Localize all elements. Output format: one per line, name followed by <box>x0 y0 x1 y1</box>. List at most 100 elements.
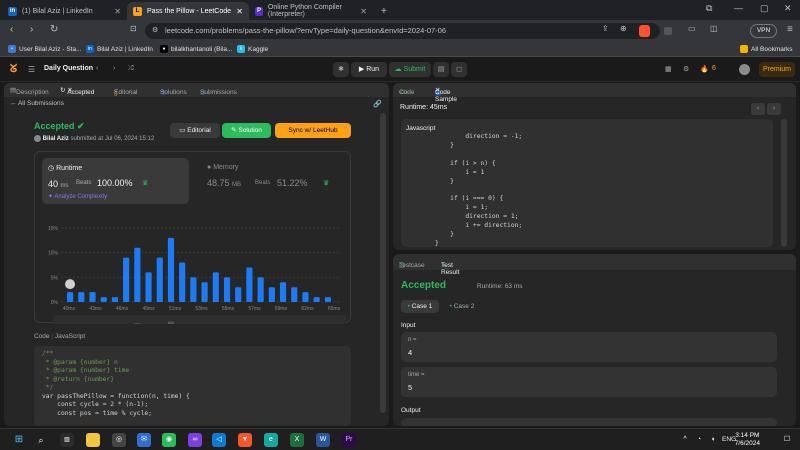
close-icon[interactable]: ✕ <box>236 7 243 16</box>
chart-bar[interactable] <box>134 247 141 302</box>
tab-linkedin[interactable]: in (1) Bilal Aziz | LinkedIn ✕ <box>2 2 127 20</box>
bookmark-icon[interactable]: ⊡ <box>130 24 137 33</box>
menu-icon[interactable]: ≡ <box>787 24 793 35</box>
whiteboard-button[interactable]: ◻ <box>451 62 467 77</box>
next-sample-icon[interactable]: › <box>767 103 781 115</box>
link-icon[interactable]: 🔗 <box>373 100 382 108</box>
layout-icon[interactable]: ▦ <box>665 65 672 73</box>
close-icon[interactable]: ✕ <box>114 7 121 16</box>
right-scrollbar[interactable] <box>781 119 787 247</box>
close-window-icon[interactable]: ✕ <box>784 3 792 14</box>
left-scrollbar[interactable] <box>380 113 386 413</box>
chart-bar[interactable] <box>100 297 107 302</box>
brave-icon[interactable]: ▼ <box>238 433 252 447</box>
forward-icon[interactable]: › <box>30 24 33 35</box>
search-icon[interactable]: ⌕ <box>34 433 48 447</box>
tab-description[interactable]: ▤ Description <box>10 86 49 96</box>
tab-leetcode[interactable]: L Pass the Pillow - LeetCode ✕ <box>127 2 249 20</box>
zoom-icon[interactable]: ⊕ <box>620 24 627 33</box>
excel-icon[interactable]: X <box>290 433 304 447</box>
chart-bar[interactable] <box>156 257 163 302</box>
all-submissions-link[interactable]: ← All Submissions <box>10 100 64 107</box>
list-icon[interactable]: ☰ <box>28 65 35 74</box>
widgets-icon[interactable]: ▧ <box>60 433 74 447</box>
leetcode-logo-icon[interactable]: ᘜ <box>10 63 17 76</box>
windows-start-icon[interactable]: ⊞ <box>12 433 26 447</box>
back-icon[interactable]: ‹ <box>10 24 13 35</box>
extensions-icon[interactable]: ◫ <box>710 24 718 33</box>
tab-accepted[interactable]: ↻ Accepted ✕ <box>60 86 94 96</box>
author-name[interactable]: Bilal Aziz <box>43 136 69 142</box>
settings-icon[interactable]: ⚙ <box>683 65 689 73</box>
close-icon[interactable]: ✕ <box>360 7 367 16</box>
tray-chevron-icon[interactable]: ^ <box>678 433 692 447</box>
maximize-icon[interactable]: ▢ <box>760 3 769 14</box>
tab-search-icon[interactable]: ⧉ <box>706 3 712 14</box>
premiere-icon[interactable]: Pr <box>342 433 356 447</box>
chart-bar[interactable] <box>268 287 275 302</box>
spotify-icon[interactable]: ◉ <box>162 433 176 447</box>
wifi-icon[interactable]: ◔ <box>692 433 706 447</box>
shuffle-icon[interactable]: ⤮ <box>128 65 134 73</box>
word-icon[interactable]: W <box>316 433 330 447</box>
case-2-tab[interactable]: • Case 2 <box>445 300 479 313</box>
chart-bar[interactable] <box>235 287 242 302</box>
vscode-icon[interactable]: ◁ <box>212 433 226 447</box>
chart-bar[interactable] <box>67 292 74 302</box>
debug-button[interactable]: ✱ <box>333 62 349 77</box>
bookmark-item[interactable]: ● bilalkhantanoli (Bila... <box>160 45 232 53</box>
chart-bar[interactable] <box>89 292 96 302</box>
bookmark-item[interactable]: k Kaggle <box>237 45 268 53</box>
chart-bar[interactable] <box>145 272 152 302</box>
chart-bar[interactable] <box>167 237 175 302</box>
chart-bar[interactable] <box>179 262 186 302</box>
tab-code-sample[interactable]: ▣ Code Sample ✕ <box>435 86 457 103</box>
chart-bar[interactable] <box>324 297 331 302</box>
mail-icon[interactable]: ✉ <box>137 433 151 447</box>
premium-button[interactable]: Premium <box>759 62 795 77</box>
daily-question-title[interactable]: Daily Question <box>44 65 93 72</box>
run-button[interactable]: ▶ Run <box>351 62 387 77</box>
overview-bar[interactable] <box>134 323 141 324</box>
url-field[interactable]: ⚙ leetcode.com/problems/pass-the-pillow/… <box>145 23 660 39</box>
site-info-icon[interactable]: ⚙ <box>152 23 158 39</box>
streak-count[interactable]: 6 <box>712 65 716 72</box>
edge-icon[interactable]: e <box>264 433 278 447</box>
chart-bar[interactable] <box>123 257 130 302</box>
chart-bar[interactable] <box>212 272 219 302</box>
bookmark-item[interactable]: in Bilal Aziz | LinkedIn <box>86 45 153 53</box>
case-1-tab[interactable]: • Case 1 <box>401 300 439 313</box>
editorial-button[interactable]: ▭ Editorial <box>170 123 220 138</box>
next-icon[interactable]: › <box>113 65 115 72</box>
prev-icon[interactable]: ‹ <box>96 65 98 72</box>
reload-icon[interactable]: ↻ <box>50 24 58 35</box>
chart-bar[interactable] <box>279 282 287 302</box>
sidebar-icon[interactable]: ▭ <box>688 24 696 33</box>
clock[interactable]: 3:14 PM 7/6/2024 <box>735 432 760 448</box>
notification-icon[interactable]: ☐ <box>780 433 794 447</box>
rewards-icon[interactable] <box>664 27 672 35</box>
file-explorer-icon[interactable] <box>86 433 100 447</box>
avatar[interactable] <box>739 64 750 75</box>
bookmark-item[interactable]: • User Bilal Aziz - Sta... <box>8 45 82 53</box>
all-bookmarks[interactable]: All Bookmarks <box>740 45 793 53</box>
chart-bar[interactable] <box>257 277 264 302</box>
volume-icon[interactable]: ◖ <box>706 433 720 447</box>
runtime-distribution-chart[interactable]: 15% 10% 5% 0% 40ms 43ms 46ms 49ms 51ms 53ms 55ms 57… <box>35 152 352 324</box>
solution-button[interactable]: ✎ Solution <box>222 123 271 138</box>
app-icon[interactable]: ◎ <box>112 433 126 447</box>
submit-button[interactable]: ☁ Submit <box>389 62 431 77</box>
chart-bar[interactable] <box>111 297 118 302</box>
chart-bar[interactable] <box>201 282 208 302</box>
share-icon[interactable]: ⇪ <box>602 24 609 33</box>
notes-button[interactable]: ▤ <box>433 62 449 77</box>
chart-bar[interactable] <box>246 267 253 302</box>
minimize-icon[interactable]: — <box>734 3 743 13</box>
brave-shield-icon[interactable] <box>639 25 650 37</box>
chart-bar[interactable] <box>302 292 309 302</box>
vpn-button[interactable]: VPN <box>750 24 777 38</box>
chart-bar[interactable] <box>78 292 85 302</box>
new-tab-button[interactable]: + <box>381 6 387 17</box>
chart-bar[interactable] <box>313 297 320 302</box>
chart-bar[interactable] <box>190 277 197 302</box>
